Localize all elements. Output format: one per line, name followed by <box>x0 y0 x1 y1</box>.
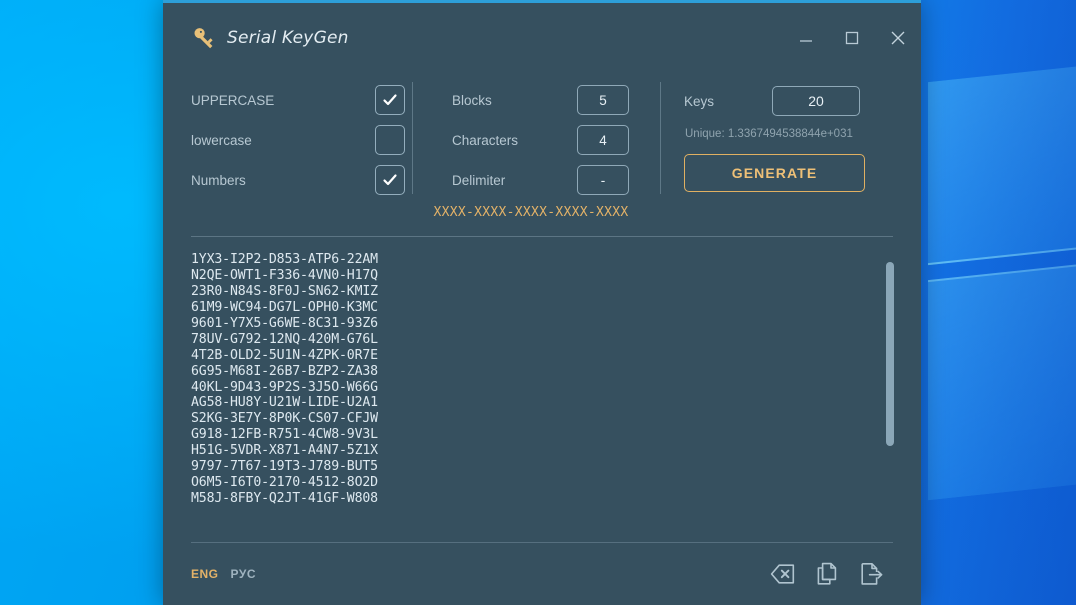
options-row: UPPERCASE lowercase Numbers Blocks 5 Cha… <box>163 72 921 196</box>
minimize-icon[interactable] <box>783 17 829 59</box>
key-row[interactable]: 9601-Y7X5-G6WE-8C31-93Z6 <box>191 316 921 332</box>
option-lowercase-label: lowercase <box>191 132 252 148</box>
option-lowercase: lowercase <box>191 120 415 160</box>
key-icon <box>191 25 217 51</box>
clear-icon[interactable] <box>761 554 805 594</box>
window-title: Serial KeyGen <box>227 27 349 48</box>
key-row[interactable]: M58J-8FBY-Q2JT-41GF-W808 <box>191 491 921 507</box>
copy-icon[interactable] <box>805 554 849 594</box>
key-row[interactable]: 9797-7T67-19T3-J789-BUT5 <box>191 459 921 475</box>
option-blocks-label: Blocks <box>452 92 492 108</box>
charset-options-column: UPPERCASE lowercase Numbers <box>191 80 415 196</box>
keys-label: Keys <box>684 93 715 109</box>
keys-output-area[interactable]: 1YX3-I2P2-D853-ATP6-22AM N2QE-OWT1-F336-4… <box>163 237 921 542</box>
key-row[interactable]: G918-12FB-R751-4CW8-9V3L <box>191 427 921 443</box>
option-numbers-label: Numbers <box>191 172 246 188</box>
title-bar[interactable]: Serial KeyGen <box>163 3 921 72</box>
key-row[interactable]: 40KL-9D43-9P2S-3J5O-W66G <box>191 380 921 396</box>
maximize-icon[interactable] <box>829 17 875 59</box>
checkbox-uppercase[interactable] <box>375 85 405 115</box>
key-row[interactable]: H51G-5VDR-X871-A4N7-5Z1X <box>191 443 921 459</box>
generate-button[interactable]: GENERATE <box>684 154 865 192</box>
key-row[interactable]: 1YX3-I2P2-D853-ATP6-22AM <box>191 252 921 268</box>
option-uppercase: UPPERCASE <box>191 80 415 120</box>
key-row[interactable]: 6G95-M68I-26B7-BZP2-ZA38 <box>191 364 921 380</box>
keys-column: Keys 20 Unique: 1.3367494538844e+031 GEN… <box>643 80 893 196</box>
keys-scrollbar[interactable] <box>886 253 894 530</box>
option-numbers: Numbers <box>191 160 415 200</box>
serial-keygen-window: Serial KeyGen UPPERCASE lowercase Number… <box>163 0 921 605</box>
close-icon[interactable] <box>875 17 921 59</box>
key-row[interactable]: S2KG-3E7Y-8P0K-CS07-CFJW <box>191 411 921 427</box>
option-uppercase-label: UPPERCASE <box>191 92 275 108</box>
option-characters-label: Characters <box>452 132 519 148</box>
keys-list[interactable]: 1YX3-I2P2-D853-ATP6-22AM N2QE-OWT1-F336-4… <box>191 252 921 507</box>
key-row[interactable]: O6M5-I6T0-2170-4512-8O2D <box>191 475 921 491</box>
key-row[interactable]: 61M9-WC94-DG7L-OPH0-K3MC <box>191 300 921 316</box>
option-blocks: Blocks 5 <box>452 80 643 120</box>
key-row[interactable]: 4T2B-OLD2-5U1N-4ZPK-0R7E <box>191 348 921 364</box>
keys-scrollbar-thumb[interactable] <box>886 262 894 446</box>
option-delimiter: Delimiter - <box>452 160 643 200</box>
export-icon[interactable] <box>849 554 893 594</box>
language-eng[interactable]: ENG <box>191 567 219 581</box>
checkbox-numbers[interactable] <box>375 165 405 195</box>
language-rus[interactable]: РУС <box>231 567 256 581</box>
pattern-preview: XXXX-XXXX-XXXX-XXXX-XXXX <box>433 204 629 220</box>
blocks-input[interactable]: 5 <box>577 85 629 115</box>
key-row[interactable]: N2QE-OWT1-F336-4VN0-H17Q <box>191 268 921 284</box>
keys-count-row: Keys 20 <box>684 80 893 122</box>
keys-count-input[interactable]: 20 <box>772 86 860 116</box>
footer-bar: ENG РУС <box>163 543 921 605</box>
characters-input[interactable]: 4 <box>577 125 629 155</box>
option-characters: Characters 4 <box>452 120 643 160</box>
key-row[interactable]: 78UV-G792-12NQ-420M-G76L <box>191 332 921 348</box>
wallpaper-shade <box>916 0 1076 605</box>
delimiter-input[interactable]: - <box>577 165 629 195</box>
format-options-column: Blocks 5 Characters 4 Delimiter - <box>415 80 643 196</box>
unique-combinations-text: Unique: 1.3367494538844e+031 <box>685 128 853 140</box>
pattern-preview-row: XXXX-XXXX-XXXX-XXXX-XXXX <box>163 196 921 228</box>
key-row[interactable]: 23R0-N84S-8F0J-SN62-KMIZ <box>191 284 921 300</box>
checkbox-lowercase[interactable] <box>375 125 405 155</box>
key-row[interactable]: AG58-HU8Y-U21W-LIDE-U2A1 <box>191 395 921 411</box>
option-delimiter-label: Delimiter <box>452 172 506 188</box>
